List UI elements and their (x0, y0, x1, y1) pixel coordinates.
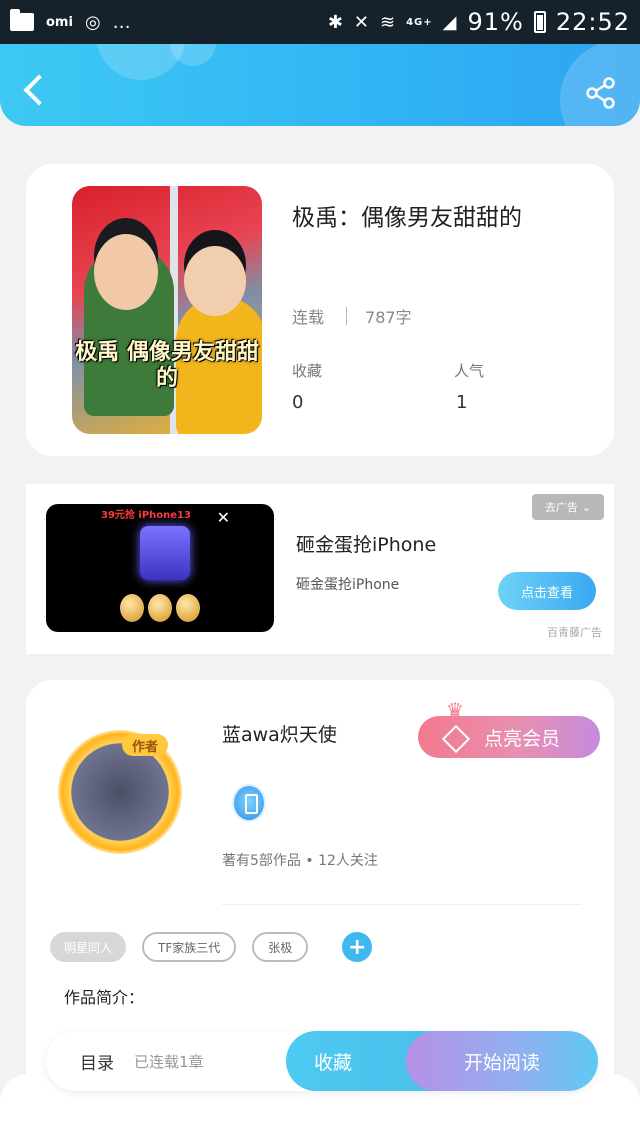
golden-egg-icon (148, 594, 172, 622)
book-cover[interactable]: 极禹 偶像男友甜甜的 (72, 186, 262, 434)
toc-button[interactable]: 目录 已连载1章 (80, 1031, 204, 1091)
ad-source: 百青藤广告 (547, 626, 602, 639)
tag-item[interactable]: 张极 (252, 932, 309, 962)
popularity-value: 1 (456, 392, 468, 413)
bluetooth-icon: ✱ (327, 11, 344, 33)
gift-box-icon (140, 526, 190, 580)
carrier-label: omi (46, 14, 73, 30)
start-reading-button[interactable]: 开始阅读 (406, 1031, 598, 1091)
mute-icon: ✕ (353, 11, 370, 33)
meta-divider (346, 307, 348, 325)
add-tag-button[interactable]: + (342, 932, 373, 962)
vip-button[interactable]: 点亮会员 (418, 716, 600, 758)
favorites-value: 0 (292, 392, 304, 413)
divider (222, 904, 582, 905)
ad-subtitle: 砸金蛋抢iPhone (296, 577, 400, 593)
favorites-label: 收藏 (292, 362, 323, 380)
chapter-count: 已连载1章 (134, 1052, 204, 1071)
chevron-down-icon: ⌄ (581, 500, 592, 514)
cover-art (94, 234, 158, 310)
signal-icon: ◢ (442, 11, 458, 33)
remove-ad-button[interactable]: 去广告 ⌄ (532, 494, 604, 520)
book-meta: 连载 787字 (292, 304, 412, 328)
book-status: 连载 (292, 308, 325, 327)
share-icon (586, 77, 615, 109)
word-count: 787字 (365, 308, 412, 327)
ad-image[interactable]: 39元抢 iPhone13 ✕ (46, 504, 274, 632)
tag-item[interactable]: 明星同人 (50, 932, 127, 962)
ad-card[interactable]: 39元抢 iPhone13 ✕ 砸金蛋抢iPhone 砸金蛋抢iPhone 去广… (26, 484, 614, 654)
ad-title: 砸金蛋抢iPhone (296, 534, 437, 556)
share-button[interactable] (584, 76, 618, 110)
header-band: omi ◎ … ✱ ✕ ≋ 4G+ ◢ 91% 22:52 (0, 0, 640, 126)
wifi-icon: ≋ (380, 11, 397, 33)
status-bar: omi ◎ … ✱ ✕ ≋ 4G+ ◢ 91% 22:52 (0, 0, 640, 44)
golden-egg-icon (120, 594, 144, 622)
more-icon: … (112, 11, 131, 33)
diamond-icon (444, 727, 468, 747)
vip-label: 点亮会员 (484, 727, 561, 750)
intro-label: 作品简介： (64, 988, 145, 1007)
author-stats: 著有5部作品 • 12人关注 (222, 853, 378, 869)
book-title: 极禹：偶像男友甜甜的 (292, 205, 522, 231)
golden-egg-icon (176, 594, 200, 622)
network-type: 4G+ (406, 16, 433, 28)
plus-icon: + (348, 934, 367, 960)
battery-icon (533, 11, 546, 33)
close-icon[interactable]: ✕ (217, 508, 230, 527)
toc-label: 目录 (80, 1053, 114, 1074)
battery-percent: 91% (467, 8, 524, 36)
popularity-label: 人气 (454, 362, 485, 380)
ad-view-button[interactable]: 点击查看 (498, 572, 596, 610)
remove-ad-label: 去广告 (544, 501, 578, 514)
author-name[interactable]: 蓝awa炽天使 (222, 720, 337, 747)
tag-list: 明星同人 TF家族三代 张极 + (50, 932, 373, 962)
phone-badge-icon (232, 784, 266, 822)
folder-icon (10, 9, 34, 31)
weibo-icon: ◎ (84, 11, 101, 33)
author-badge: 作者 (122, 734, 168, 756)
back-button[interactable] (18, 74, 52, 108)
clock: 22:52 (555, 8, 630, 36)
tag-item[interactable]: TF家族三代 (142, 932, 237, 962)
cover-caption: 极禹 偶像男友甜甜的 (75, 340, 259, 391)
book-info-card: 极禹 偶像男友甜甜的 极禹：偶像男友甜甜的 连载 787字 收藏 0 人气 1 (26, 164, 614, 456)
cover-art (184, 246, 246, 316)
bottom-action-bar: 目录 已连载1章 收藏 开始阅读 (46, 1031, 598, 1091)
